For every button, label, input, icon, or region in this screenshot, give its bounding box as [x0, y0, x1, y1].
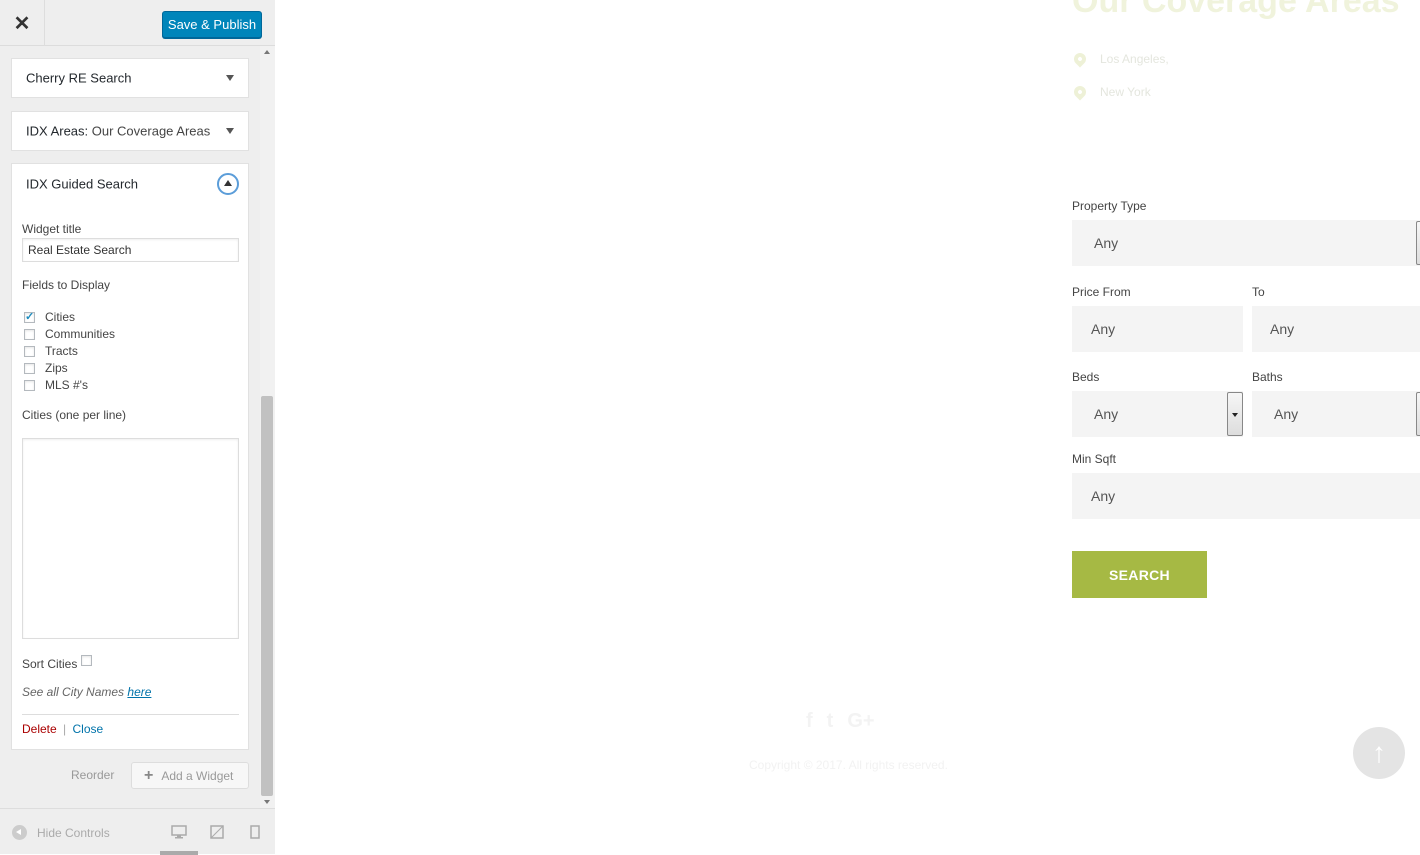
city-names-note: See all City Names here: [22, 685, 152, 699]
dropdown-arrow-icon[interactable]: [1416, 221, 1420, 265]
widget-control-actions: Delete | Close: [22, 722, 104, 736]
scroll-up-arrow-icon[interactable]: [264, 50, 270, 54]
coverage-areas-heading: Our Coverage Areas: [1072, 0, 1400, 20]
google-plus-icon[interactable]: G+: [847, 710, 874, 733]
price-to-input[interactable]: Any: [1252, 306, 1420, 352]
min-sqft-input[interactable]: Any: [1072, 473, 1420, 519]
expand-arrow-icon[interactable]: [226, 75, 234, 81]
widget-title-input[interactable]: Real Estate Search: [22, 238, 239, 262]
sort-cities-label: Sort Cities: [22, 657, 78, 671]
scroll-down-arrow-icon[interactable]: [264, 800, 270, 804]
map-pin-icon: [1071, 83, 1089, 101]
widget-title: IDX Areas: Our Coverage Areas: [26, 123, 211, 139]
price-from-label: Price From: [1072, 285, 1131, 299]
scrollbar-thumb[interactable]: [261, 396, 273, 796]
min-sqft-label: Min Sqft: [1072, 452, 1117, 466]
divider: [22, 714, 239, 715]
field-option-communities[interactable]: Communities: [24, 326, 115, 342]
back-to-top-button[interactable]: ↑: [1353, 727, 1405, 779]
field-option-zips[interactable]: Zips: [24, 360, 68, 376]
widget-title: IDX Guided Search: [26, 176, 139, 191]
zips-checkbox[interactable]: [24, 362, 35, 374]
price-to-label: To: [1252, 285, 1265, 299]
widget-cherry-re-search[interactable]: Cherry RE Search: [11, 58, 249, 98]
communities-checkbox[interactable]: [24, 328, 35, 340]
close-customizer-button[interactable]: ✕: [0, 0, 45, 46]
collapse-arrow-icon[interactable]: [217, 172, 239, 195]
beds-select[interactable]: Any: [1072, 391, 1243, 437]
social-links: f t G+: [806, 710, 875, 733]
dropdown-arrow-icon[interactable]: [1227, 392, 1243, 436]
expand-arrow-icon[interactable]: [226, 128, 234, 134]
map-pin-icon: [1071, 50, 1089, 68]
cities-checkbox[interactable]: [24, 310, 35, 323]
city-names-link[interactable]: here: [127, 685, 151, 699]
cities-textarea[interactable]: [22, 438, 239, 639]
tracts-checkbox[interactable]: [24, 345, 35, 357]
location-item[interactable]: Los Angeles,: [1071, 50, 1169, 68]
widget-form: Widget title Real Estate Search Fields t…: [11, 203, 249, 750]
plus-icon: +: [144, 766, 154, 784]
active-device-indicator: [160, 851, 198, 855]
property-type-label: Property Type: [1072, 199, 1147, 213]
search-button[interactable]: SEARCH: [1072, 551, 1207, 598]
close-icon: ✕: [13, 12, 31, 35]
reorder-link[interactable]: Reorder: [71, 768, 114, 782]
widget-idx-guided-search[interactable]: IDX Guided Search: [11, 163, 249, 204]
widget-idx-areas[interactable]: IDX Areas: Our Coverage Areas: [11, 111, 249, 151]
cities-label: Cities (one per line): [22, 408, 127, 422]
hide-controls-button[interactable]: Hide Controls: [12, 825, 110, 840]
collapse-icon: [12, 825, 27, 840]
customizer-footer: Hide Controls: [0, 808, 275, 855]
widget-title: Cherry RE Search: [26, 70, 132, 86]
property-type-select[interactable]: Any: [1072, 220, 1420, 266]
price-from-input[interactable]: Any: [1072, 306, 1243, 352]
desktop-preview-icon[interactable]: [171, 825, 187, 839]
mobile-preview-icon[interactable]: [250, 825, 260, 839]
sort-cities-checkbox[interactable]: [81, 655, 92, 666]
copyright-text: Copyright © 2017. All rights reserved.: [749, 758, 948, 772]
add-widget-button[interactable]: + Add a Widget: [131, 762, 249, 789]
close-widget-link[interactable]: Close: [73, 722, 104, 736]
field-option-cities[interactable]: Cities: [24, 309, 75, 325]
widget-title-label: Widget title: [22, 222, 82, 236]
beds-label: Beds: [1072, 370, 1100, 384]
location-item[interactable]: New York: [1071, 83, 1151, 101]
save-publish-button[interactable]: Save & Publish: [162, 11, 262, 38]
mls-checkbox[interactable]: [24, 379, 35, 391]
dropdown-arrow-icon[interactable]: [1416, 392, 1420, 436]
delete-widget-link[interactable]: Delete: [22, 722, 57, 736]
baths-label: Baths: [1252, 370, 1283, 384]
fields-to-display-label: Fields to Display: [22, 278, 111, 292]
site-preview: Our Coverage Areas Los Angeles, New York…: [276, 0, 1420, 854]
baths-select[interactable]: Any: [1252, 391, 1420, 437]
customizer-header: ✕ Save & Publish: [0, 0, 275, 46]
twitter-icon[interactable]: t: [827, 710, 834, 733]
widgets-list: Cherry RE Search IDX Areas: Our Coverage…: [0, 46, 260, 808]
tablet-preview-icon[interactable]: [210, 825, 224, 839]
sidebar-scrollbar[interactable]: [260, 46, 275, 808]
facebook-icon[interactable]: f: [806, 710, 813, 733]
field-option-mls[interactable]: MLS #'s: [24, 377, 88, 393]
customizer-sidebar: ✕ Save & Publish Cherry RE Search IDX Ar…: [0, 0, 275, 855]
field-option-tracts[interactable]: Tracts: [24, 343, 78, 359]
arrow-up-icon: ↑: [1372, 737, 1386, 768]
